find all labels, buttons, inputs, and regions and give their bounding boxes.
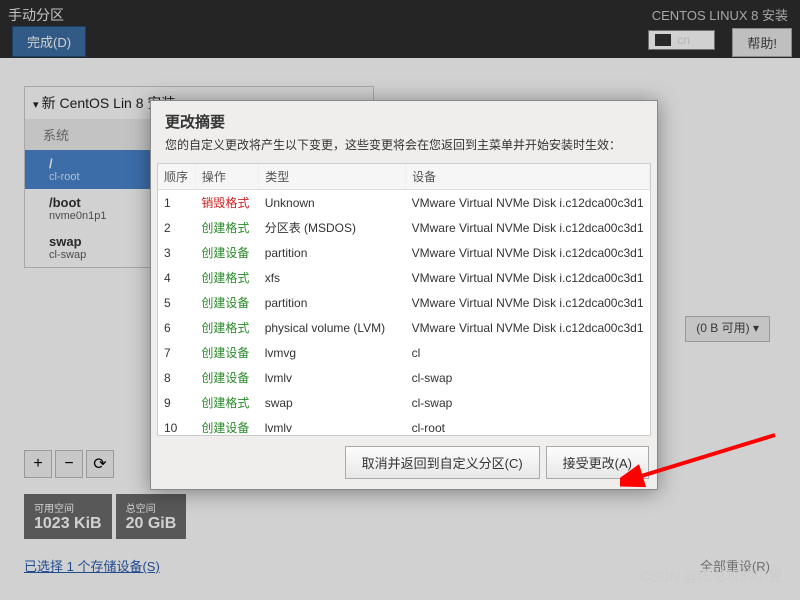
watermark: CSDN @陈总攻的小受 [640, 566, 782, 586]
table-row[interactable]: 10创建设备lvmlvcl-root [158, 415, 650, 436]
accept-button[interactable]: 接受更改(A) [546, 446, 649, 479]
table-row[interactable]: 6创建格式physical volume (LVM)VMware Virtual… [158, 315, 650, 340]
table-row[interactable]: 8创建设备lvmlvcl-swap [158, 365, 650, 390]
table-row[interactable]: 1销毁格式UnknownVMware Virtual NVMe Disk i.c… [158, 190, 650, 216]
dialog-message: 您的自定义更改将产生以下变更，这些变更将会在您返回到主菜单并开始安装时生效： [151, 136, 657, 163]
table-row[interactable]: 7创建设备lvmvgcl [158, 340, 650, 365]
dialog-buttons: 取消并返回到自定义分区(C) 接受更改(A) [151, 436, 657, 489]
cancel-button[interactable]: 取消并返回到自定义分区(C) [345, 446, 540, 479]
summary-dialog: 更改摘要 您的自定义更改将产生以下变更，这些变更将会在您返回到主菜单并开始安装时… [150, 100, 658, 490]
col-type[interactable]: 类型 [259, 164, 406, 190]
changes-table: 顺序 操作 类型 设备 1销毁格式UnknownVMware Virtual N… [157, 163, 651, 436]
table-row[interactable]: 2创建格式分区表 (MSDOS)VMware Virtual NVMe Disk… [158, 215, 650, 240]
col-device[interactable]: 设备 [406, 164, 650, 190]
col-action[interactable]: 操作 [195, 164, 258, 190]
table-row[interactable]: 4创建格式xfsVMware Virtual NVMe Disk i.c12dc… [158, 265, 650, 290]
table-row[interactable]: 9创建格式swapcl-swap [158, 390, 650, 415]
table-row[interactable]: 3创建设备partitionVMware Virtual NVMe Disk i… [158, 240, 650, 265]
col-order[interactable]: 顺序 [158, 164, 195, 190]
dialog-title: 更改摘要 [151, 101, 657, 136]
table-row[interactable]: 5创建设备partitionVMware Virtual NVMe Disk i… [158, 290, 650, 315]
